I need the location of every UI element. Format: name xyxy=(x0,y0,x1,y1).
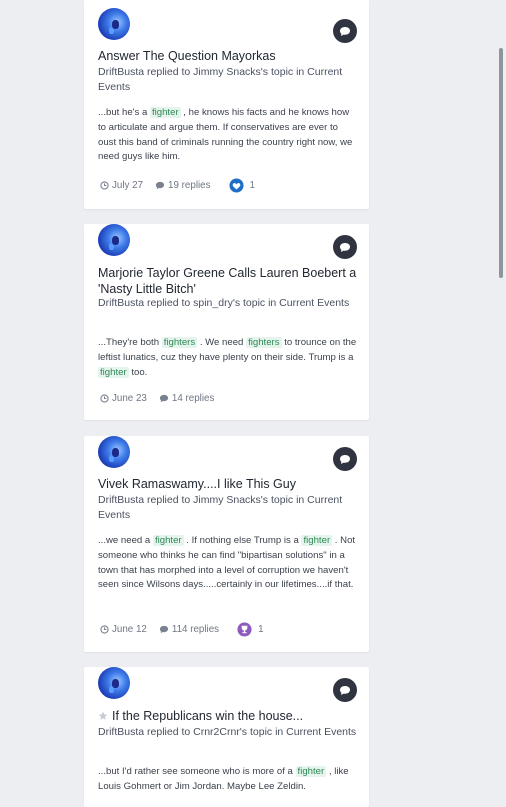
result-byline: DriftBusta replied to spin_dry's topic i… xyxy=(98,297,350,309)
result-snippet: ...but I'd rather see someone who is mor… xyxy=(98,766,349,792)
like-icon xyxy=(229,178,244,193)
avatar[interactable] xyxy=(98,224,130,256)
avatar[interactable] xyxy=(98,8,130,40)
replies-count: 114 replies xyxy=(171,624,220,635)
search-result-card: Answer The Question Mayorkas DriftBusta … xyxy=(84,0,369,209)
result-stats: July 27 19 replies 1 xyxy=(100,178,357,193)
result-title[interactable]: If the Republicans win the house... xyxy=(98,708,357,724)
result-stats: June 12 114 replies 1 xyxy=(100,622,357,637)
comment-badge-icon xyxy=(333,235,357,259)
replies-count: 19 replies xyxy=(168,180,211,191)
comment-badge-icon xyxy=(333,447,357,471)
clock-icon xyxy=(100,181,109,190)
date-stat: June 23 xyxy=(100,393,147,404)
result-date[interactable]: June 23 xyxy=(112,393,147,404)
result-date[interactable]: June 12 xyxy=(112,624,147,635)
avatar[interactable] xyxy=(98,667,130,699)
clock-icon xyxy=(100,394,109,403)
date-stat: July 27 xyxy=(100,180,143,191)
result-snippet: ...we need a fighter . If nothing else T… xyxy=(98,535,356,591)
scrollbar-thumb[interactable] xyxy=(499,48,503,278)
search-result-card: Vivek Ramaswamy....I like This Guy Drift… xyxy=(84,436,369,652)
search-result-card: Marjorie Taylor Greene Calls Lauren Boeb… xyxy=(84,224,369,420)
comment-badge-icon xyxy=(333,19,357,43)
comment-icon xyxy=(159,625,168,634)
result-byline: DriftBusta replied to Crnr2Crnr's topic … xyxy=(98,726,357,738)
clock-icon xyxy=(100,625,109,634)
result-byline: DriftBusta replied to Jimmy Snacks's top… xyxy=(98,494,343,521)
reaction-summary[interactable]: 1 xyxy=(237,622,264,637)
replies-count: 14 replies xyxy=(171,393,215,404)
replies-stat: 14 replies xyxy=(159,393,214,404)
comment-badge-icon xyxy=(333,678,357,702)
result-title[interactable]: Answer The Question Mayorkas xyxy=(98,48,357,64)
result-stats: June 23 14 replies xyxy=(100,393,357,404)
result-title[interactable]: Vivek Ramaswamy....I like This Guy xyxy=(98,476,357,492)
result-byline: DriftBusta replied to Jimmy Snacks's top… xyxy=(98,66,343,93)
date-stat: June 12 xyxy=(100,624,147,635)
reaction-count: 1 xyxy=(258,624,264,635)
result-snippet: ...They're both fighters . We need fight… xyxy=(98,337,357,378)
comment-icon xyxy=(155,181,165,190)
result-date[interactable]: July 27 xyxy=(112,180,143,191)
result-title[interactable]: Marjorie Taylor Greene Calls Lauren Boeb… xyxy=(98,265,357,297)
reaction-summary[interactable]: 1 xyxy=(229,178,255,193)
reaction-count: 1 xyxy=(249,180,255,191)
avatar[interactable] xyxy=(98,436,130,468)
replies-stat: 114 replies xyxy=(159,624,219,635)
scrollbar-track[interactable] xyxy=(496,0,506,800)
star-icon xyxy=(98,711,108,720)
comment-icon xyxy=(159,394,168,403)
result-snippet: ...but he's a fighter , he knows his fac… xyxy=(98,107,353,163)
search-result-card: If the Republicans win the house... Drif… xyxy=(84,667,369,807)
replies-stat: 19 replies xyxy=(155,180,211,191)
trophy-icon xyxy=(237,622,252,637)
